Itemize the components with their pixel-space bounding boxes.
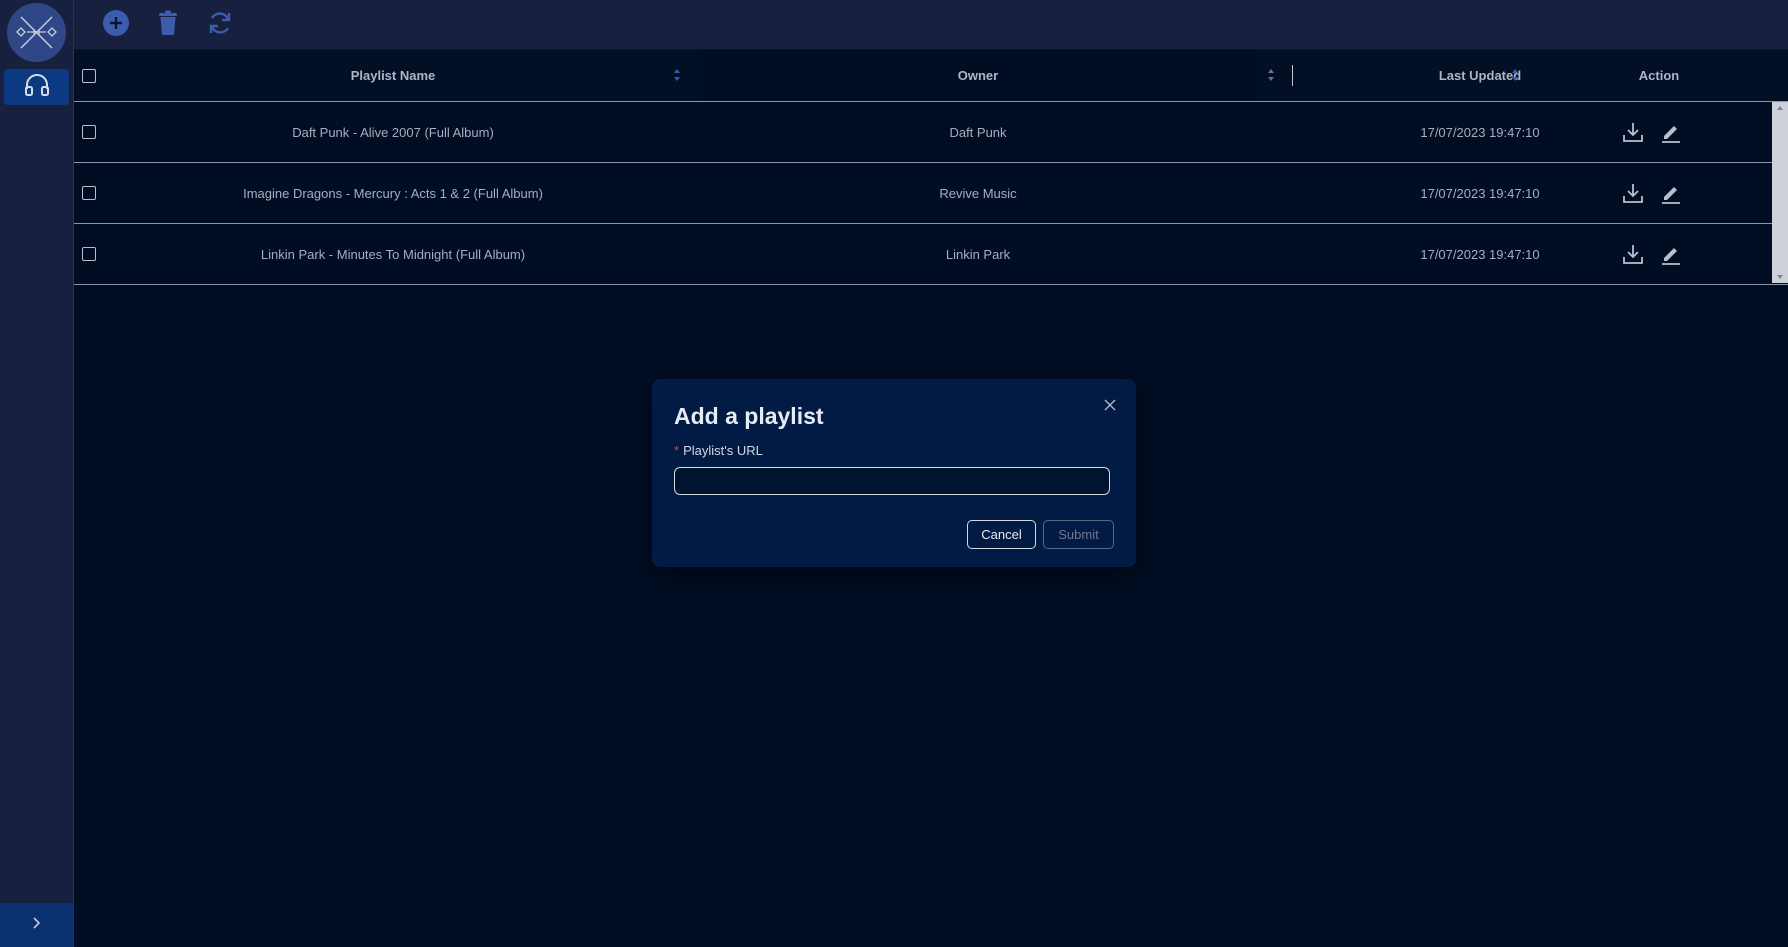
refresh-button[interactable] [206, 11, 234, 39]
playlist-name-cell: Daft Punk - Alive 2007 (Full Album) [292, 124, 494, 140]
submit-button[interactable]: Submit [1043, 520, 1114, 549]
last-updated-cell: 17/07/2023 19:47:10 [1420, 124, 1540, 140]
edit-icon[interactable] [1660, 121, 1682, 143]
last-updated-cell: 17/07/2023 19:47:10 [1420, 185, 1540, 201]
sidebar-collapse-button[interactable] [0, 903, 73, 947]
playlist-table: Playlist Name Owner Last Updated Action … [74, 50, 1788, 285]
column-header-playlist-name[interactable]: Playlist Name [100, 50, 686, 101]
app-logo-icon[interactable] [7, 3, 66, 62]
edit-icon[interactable] [1660, 182, 1682, 204]
column-header-action: Action [1638, 68, 1680, 83]
required-mark: * [674, 443, 680, 458]
add-playlist-button[interactable] [102, 9, 130, 42]
row-checkbox[interactable] [82, 186, 96, 200]
sort-icon[interactable] [1267, 68, 1275, 82]
headphones-icon [24, 73, 50, 102]
table-row[interactable]: Imagine Dragons - Mercury : Acts 1 & 2 (… [74, 163, 1788, 224]
owner-cell: Daft Punk [949, 124, 1007, 140]
playlist-url-input[interactable] [674, 467, 1110, 495]
dialog-title: Add a playlist [674, 403, 824, 429]
toolbar [74, 0, 1788, 50]
owner-cell: Revive Music [939, 185, 1017, 201]
column-divider[interactable] [1292, 65, 1293, 86]
download-icon[interactable] [1622, 243, 1644, 265]
refresh-icon [207, 10, 233, 41]
table-header: Playlist Name Owner Last Updated Action [74, 50, 1788, 102]
playlist-url-label: * Playlist's URL [674, 443, 763, 458]
delete-button[interactable] [154, 10, 182, 41]
cancel-button[interactable]: Cancel [967, 520, 1036, 549]
table-row[interactable]: Daft Punk - Alive 2007 (Full Album) Daft… [74, 102, 1788, 163]
sort-icon[interactable] [673, 68, 681, 82]
sidebar [0, 0, 74, 947]
select-all-checkbox[interactable] [82, 69, 96, 83]
sort-icon[interactable] [1511, 68, 1519, 82]
close-icon[interactable] [1100, 395, 1120, 415]
table-row[interactable]: Linkin Park - Minutes To Midnight (Full … [74, 224, 1788, 285]
playlist-name-cell: Imagine Dragons - Mercury : Acts 1 & 2 (… [243, 185, 543, 201]
trash-icon [156, 10, 180, 41]
table-scrollbar[interactable] [1772, 102, 1788, 283]
edit-icon[interactable] [1660, 243, 1682, 265]
download-icon[interactable] [1622, 121, 1644, 143]
plus-circle-icon [102, 9, 130, 42]
download-icon[interactable] [1622, 182, 1644, 204]
owner-cell: Linkin Park [945, 246, 1011, 262]
last-updated-cell: 17/07/2023 19:47:10 [1420, 246, 1540, 262]
column-header-owner[interactable]: Owner [698, 50, 1258, 101]
row-checkbox[interactable] [82, 247, 96, 261]
add-playlist-dialog: Add a playlist * Playlist's URL Cancel Su… [652, 379, 1136, 567]
playlist-name-cell: Linkin Park - Minutes To Midnight (Full … [260, 246, 526, 262]
chevron-right-icon [31, 916, 43, 935]
sidebar-item-playlists[interactable] [4, 69, 69, 105]
row-checkbox[interactable] [82, 125, 96, 139]
